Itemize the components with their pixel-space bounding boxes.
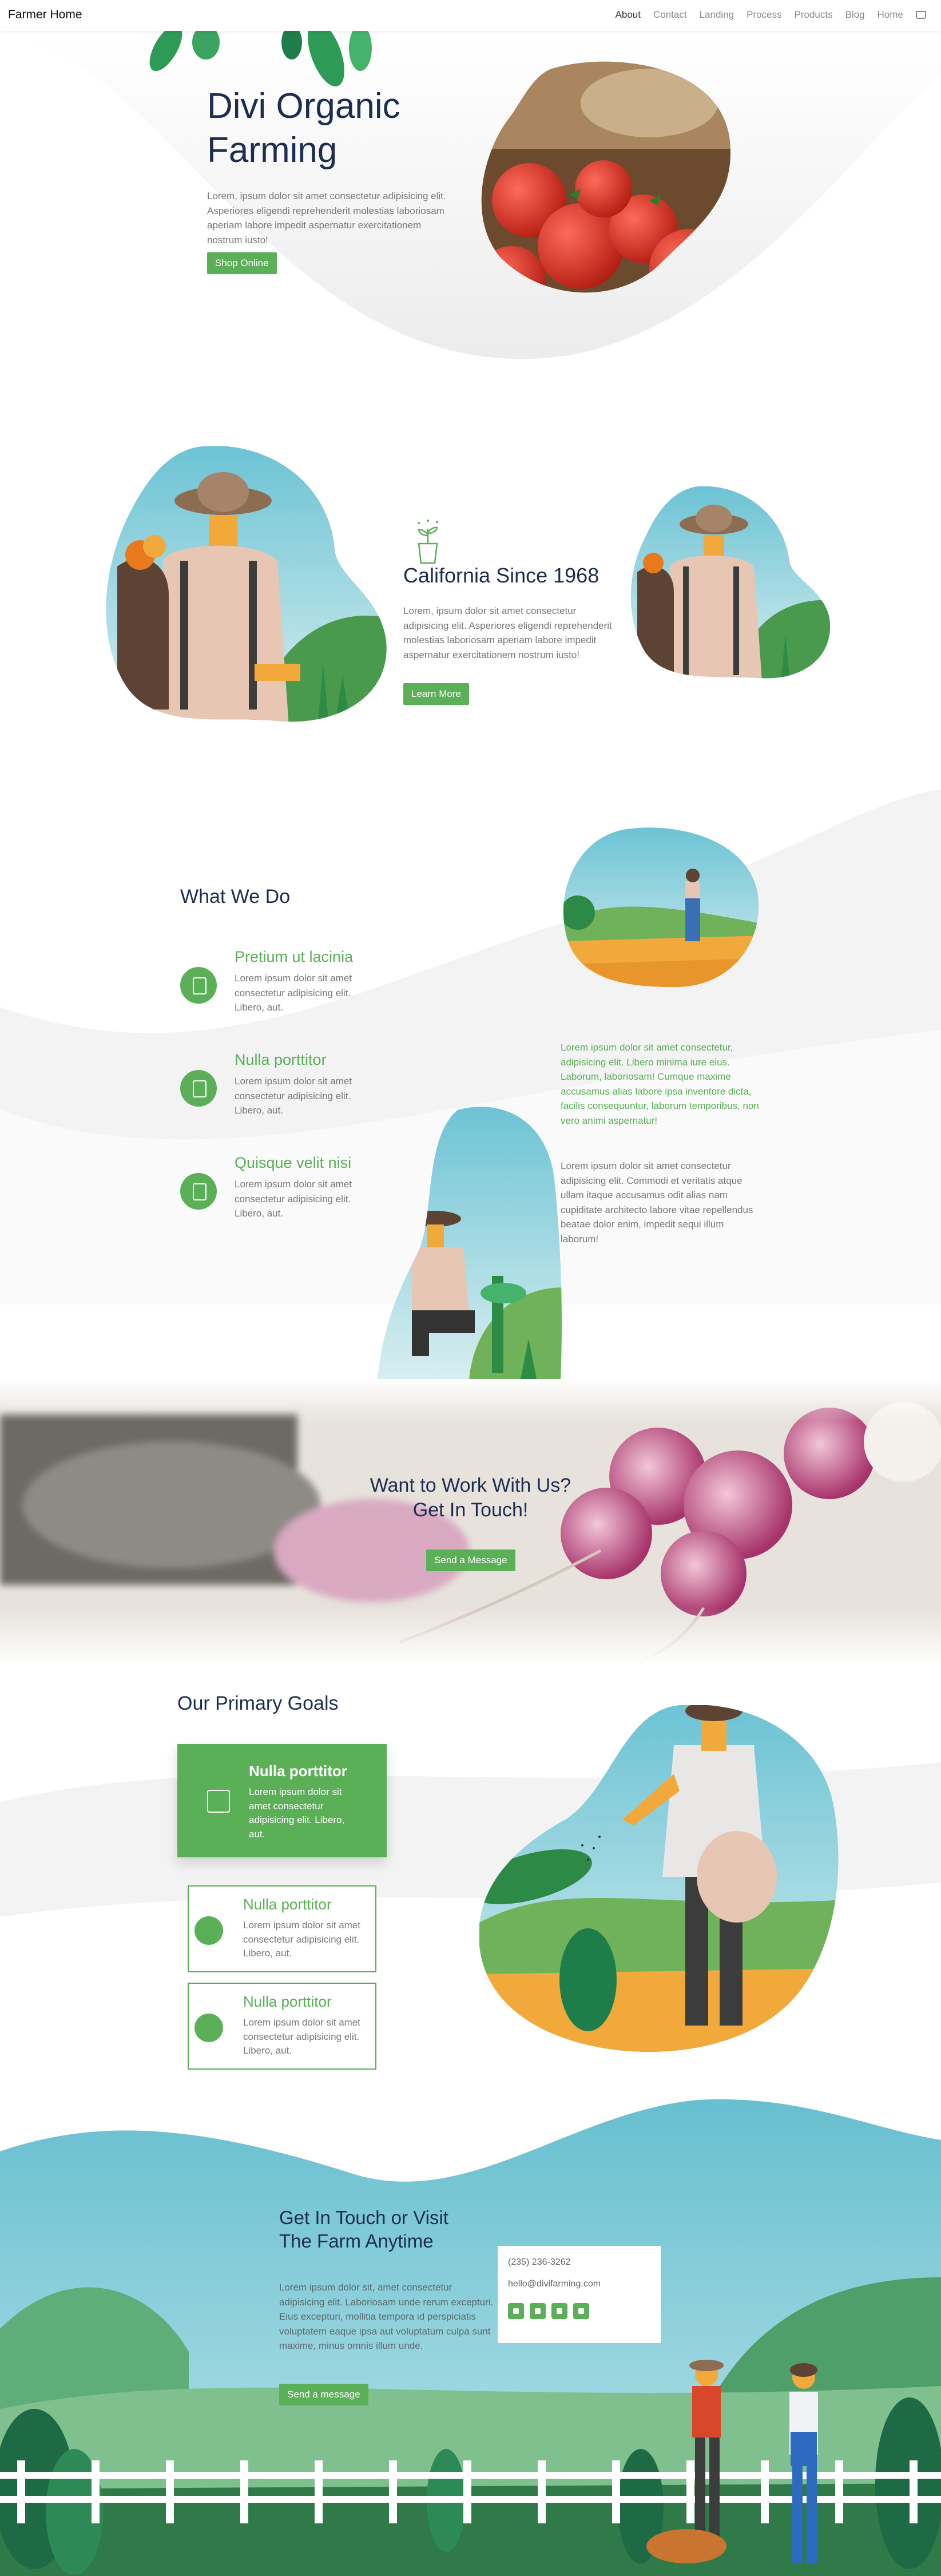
email-address[interactable]: hello@divifarming.com bbox=[508, 2279, 601, 2289]
brand-logo[interactable]: Farmer Home bbox=[8, 8, 82, 22]
cta-title-line2: Get In Touch! bbox=[412, 1499, 529, 1521]
field-farmer-illustration bbox=[563, 827, 759, 988]
goal-icon bbox=[194, 1916, 223, 1945]
contact-card: (235) 236-3262 hello@divifarming.com bbox=[498, 2246, 661, 2343]
main-nav: About Contact Landing Process Products B… bbox=[616, 9, 926, 21]
site-header: Farmer Home About Contact Landing Proces… bbox=[0, 0, 941, 31]
twitter-icon[interactable] bbox=[530, 2303, 546, 2319]
feature-text: Lorem ipsum dolor sit amet consectetur a… bbox=[235, 973, 352, 1013]
goal-card-featured[interactable]: Nulla porttitor Lorem ipsum dolor sit am… bbox=[177, 1744, 387, 1857]
learn-more-button[interactable]: Learn More bbox=[403, 683, 469, 705]
nav-contact[interactable]: Contact bbox=[653, 9, 687, 21]
contact-text: Lorem ipsum dolor sit, amet consectetur … bbox=[279, 2282, 494, 2351]
hero-title-line1: Divi Organic bbox=[207, 86, 400, 126]
nav-products[interactable]: Products bbox=[795, 9, 833, 21]
tools-icon bbox=[180, 967, 217, 1004]
cart-icon[interactable] bbox=[916, 11, 926, 19]
goal-icon bbox=[207, 1790, 230, 1813]
social-icons bbox=[508, 2303, 595, 2322]
nav-home[interactable]: Home bbox=[878, 9, 903, 21]
farmer-illustration-large bbox=[106, 446, 387, 722]
seed-sowing-farmer-illustration bbox=[479, 1705, 839, 2052]
farmer-illustration-small bbox=[630, 486, 831, 679]
hero-text: Lorem, ipsum dolor sit amet consectetur … bbox=[207, 191, 446, 245]
feature-text: Lorem ipsum dolor sit amet consectetur a… bbox=[235, 1179, 352, 1219]
contact-title-line1: Get In Touch or Visit bbox=[279, 2207, 448, 2228]
goals-title: Our Primary Goals bbox=[177, 1693, 339, 1714]
california-text: Lorem, ipsum dolor sit amet consectetur … bbox=[403, 605, 612, 660]
nav-about[interactable]: About bbox=[616, 9, 641, 21]
fertilizer-icon bbox=[180, 1173, 217, 1210]
goal-title: Nulla porttitor bbox=[249, 1762, 347, 1780]
seed-bag-icon bbox=[180, 1070, 217, 1107]
send-message-button[interactable]: Send a message bbox=[279, 2384, 368, 2405]
phone-number[interactable]: (235) 236-3262 bbox=[508, 2257, 570, 2268]
goal-card[interactable]: Nulla porttitor Lorem ipsum dolor sit am… bbox=[188, 1885, 376, 1972]
tomatoes-image bbox=[481, 61, 730, 293]
goal-text: Lorem ipsum dolor sit amet consectetur a… bbox=[243, 2017, 361, 2056]
youtube-icon[interactable] bbox=[573, 2303, 589, 2319]
contact-title-line2: The Farm Anytime bbox=[279, 2230, 434, 2252]
goal-text: Lorem ipsum dolor sit amet consectetur a… bbox=[249, 1786, 345, 1840]
cta-title-line1: Want to Work With Us? bbox=[370, 1475, 571, 1496]
feature-title: Quisque velit nisi bbox=[235, 1154, 352, 1171]
radish-background-image bbox=[0, 1379, 941, 1665]
feature-text: Lorem ipsum dolor sit amet consectetur a… bbox=[235, 1076, 352, 1116]
nav-blog[interactable]: Blog bbox=[845, 9, 865, 21]
green-paragraph: Lorem ipsum dolor sit amet consectetur, … bbox=[561, 1042, 759, 1126]
california-title: California Since 1968 bbox=[403, 564, 599, 587]
shop-online-button[interactable]: Shop Online bbox=[207, 252, 277, 274]
hero-title: Divi Organic Farming bbox=[207, 85, 400, 173]
page: Farmer Home About Contact Landing Proces… bbox=[0, 0, 941, 2576]
feature-title: Nulla porttitor bbox=[235, 1051, 327, 1068]
gray-paragraph: Lorem ipsum dolor sit amet consectetur a… bbox=[561, 1160, 753, 1245]
what-we-do-title: What We Do bbox=[180, 886, 291, 907]
kneeling-farmer-illustration bbox=[378, 1107, 562, 1379]
goal-icon bbox=[194, 2014, 223, 2042]
contact-title: Get In Touch or Visit The Farm Anytime bbox=[279, 2206, 448, 2253]
goal-title: Nulla porttitor bbox=[243, 1993, 332, 2010]
goal-text: Lorem ipsum dolor sit amet consectetur a… bbox=[243, 1920, 361, 1959]
hero-title-line2: Farming bbox=[207, 130, 338, 170]
goal-card[interactable]: Nulla porttitor Lorem ipsum dolor sit am… bbox=[188, 1983, 376, 2070]
instagram-icon[interactable] bbox=[551, 2303, 567, 2319]
nav-process[interactable]: Process bbox=[747, 9, 781, 21]
cta-title: Want to Work With Us? Get In Touch! bbox=[0, 1473, 941, 1522]
send-a-message-button[interactable]: Send a Message bbox=[426, 1549, 515, 1571]
hero-background bbox=[0, 34, 941, 359]
nav-landing[interactable]: Landing bbox=[700, 9, 734, 21]
goal-title: Nulla porttitor bbox=[243, 1896, 332, 1913]
seedling-pot-icon bbox=[418, 520, 438, 564]
facebook-icon[interactable] bbox=[508, 2303, 524, 2319]
feature-title: Pretium ut lacinia bbox=[235, 948, 354, 965]
